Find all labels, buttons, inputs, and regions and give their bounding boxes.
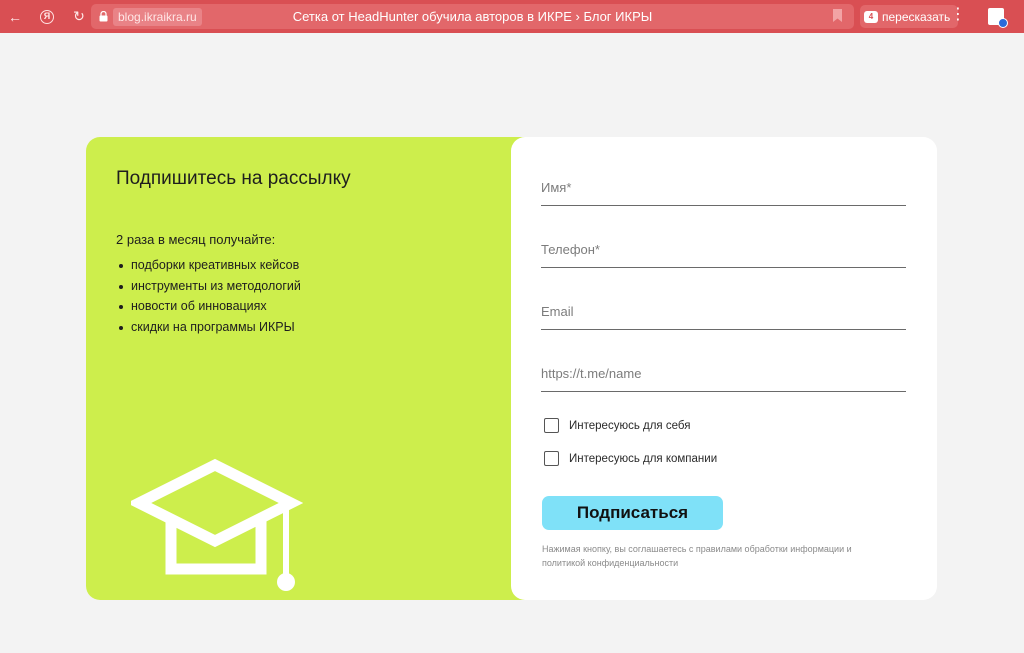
extension-icon[interactable] <box>988 8 1008 28</box>
name-input[interactable] <box>541 175 906 199</box>
subscribe-button[interactable]: Подписаться <box>542 496 723 530</box>
retell-button[interactable]: 4 пересказать <box>860 5 959 28</box>
retell-label: пересказать <box>882 9 951 24</box>
benefits-list: подборки креативных кейсов инструменты и… <box>116 255 301 337</box>
yandex-logo-glyph: Я <box>40 9 54 24</box>
url-domain: blog.ikraikra.ru <box>113 7 202 26</box>
email-input[interactable] <box>541 299 906 323</box>
checkbox-company-box[interactable] <box>544 451 559 466</box>
page-title: Сетка от HeadHunter обучила авторов в ИК… <box>292 9 653 24</box>
extension-badge-icon <box>998 18 1008 28</box>
back-icon[interactable]: ← <box>2 4 28 30</box>
reload-icon[interactable]: ↻ <box>66 4 92 30</box>
yandex-logo-icon[interactable]: Я <box>36 4 58 30</box>
subscribe-card: Подпишитесь на рассылку 2 раза в месяц п… <box>86 137 937 600</box>
subscribe-title: Подпишитесь на рассылку <box>116 168 351 189</box>
browser-toolbar: ← Я ↻ blog.ikraikra.ru Сетка от HeadHunt… <box>0 0 1024 33</box>
privacy-disclaimer: Нажимая кнопку, вы соглашаетесь с правил… <box>542 544 852 568</box>
checkbox-self[interactable]: Интересуюсь для себя <box>544 418 690 433</box>
telegram-field <box>541 352 906 392</box>
checkbox-self-box[interactable] <box>544 418 559 433</box>
bookmark-icon[interactable] <box>833 9 842 27</box>
checkbox-company[interactable]: Интересуюсь для компании <box>544 451 717 466</box>
checkbox-self-label: Интересуюсь для себя <box>569 419 691 432</box>
telegram-input[interactable] <box>541 361 906 385</box>
phone-field <box>541 228 906 268</box>
list-item: скидки на программы ИКРЫ <box>116 317 301 338</box>
subscribe-intro: 2 раза в месяц получайте: <box>116 232 276 247</box>
retell-icon: 4 <box>864 10 878 23</box>
email-field <box>541 290 906 330</box>
subscribe-form: Интересуюсь для себя Интересуюсь для ком… <box>511 137 937 600</box>
list-item: новости об инновациях <box>116 296 301 317</box>
phone-input[interactable] <box>541 237 906 261</box>
menu-dots-icon[interactable]: ⋮ <box>950 4 966 24</box>
checkbox-company-label: Интересуюсь для компании <box>569 452 718 465</box>
list-item: подборки креативных кейсов <box>116 255 301 276</box>
name-field <box>541 166 906 206</box>
lock-icon <box>97 10 109 24</box>
address-bar[interactable]: blog.ikraikra.ru Сетка от HeadHunter обу… <box>91 4 854 29</box>
promo-panel: Подпишитесь на рассылку 2 раза в месяц п… <box>86 137 526 600</box>
graduation-cap-icon <box>131 458 303 591</box>
list-item: инструменты из методологий <box>116 276 301 297</box>
